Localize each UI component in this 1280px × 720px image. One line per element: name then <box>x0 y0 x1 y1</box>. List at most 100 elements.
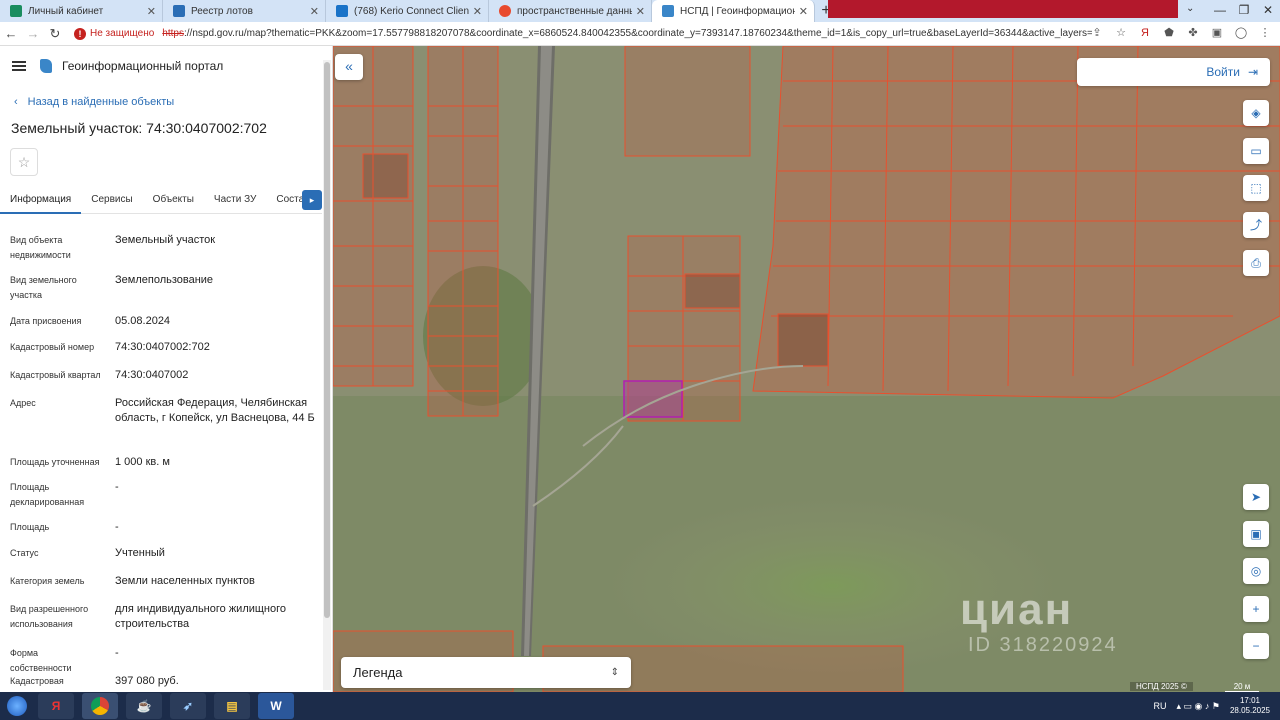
browser-tab-4[interactable]: пространственные данные рос ✕ <box>489 0 652 22</box>
layers-icon: ◈ <box>1251 106 1261 120</box>
minimap-icon: ▣ <box>1250 527 1262 541</box>
property-value: Учтенный <box>115 547 165 559</box>
security-indicator[interactable]: ! Не защищено <box>74 27 154 40</box>
map-canvas[interactable] <box>333 46 1280 692</box>
browser-tab-1[interactable]: Личный кабинет ✕ <box>0 0 163 22</box>
clock[interactable]: 17:01 28.05.2025 <box>1230 696 1270 716</box>
chevron-left-icon: ‹ <box>14 96 18 108</box>
measure-button[interactable]: ▭ <box>1243 138 1269 164</box>
tab-favicon-icon <box>662 5 674 17</box>
portal-logo-icon <box>40 59 52 73</box>
scrollbar-thumb[interactable] <box>324 62 330 618</box>
property-key: Кадастровая <box>10 676 64 686</box>
browser-tab-3[interactable]: (768) Kerio Connect Client ✕ <box>326 0 489 22</box>
property-key: Кадастровый номер <box>10 342 95 352</box>
print-button[interactable]: ⎙ <box>1243 250 1269 276</box>
tab-parts[interactable]: Части ЗУ <box>204 188 266 214</box>
app-taskbar-icon[interactable]: ☕ <box>126 693 162 719</box>
property-key: Площадь декларированная <box>10 482 85 507</box>
explorer-taskbar-icon[interactable]: ▤ <box>214 693 250 719</box>
ruler-icon: ▭ <box>1250 144 1262 158</box>
login-icon: ⇥ <box>1247 65 1258 79</box>
url-field[interactable]: https://nspd.gov.ru/map?thematic=PKK&zoo… <box>162 28 1092 39</box>
tab-services[interactable]: Сервисы <box>81 188 142 214</box>
geolocation-button[interactable]: ◎ <box>1243 558 1269 584</box>
start-button[interactable] <box>0 692 34 720</box>
select-area-button[interactable]: ⬚ <box>1243 175 1269 201</box>
share-icon[interactable]: ⇪ <box>1090 26 1104 40</box>
close-icon[interactable]: ✕ <box>473 5 482 18</box>
property-value: Землепользование <box>115 274 214 286</box>
map-scale: 20 м <box>1225 682 1259 692</box>
property-value: Земельный участок <box>115 234 216 246</box>
share-icon: ⤴ <box>1249 218 1262 232</box>
url-text: ://nspd.gov.ru/map?thematic=PKK&zoom=17.… <box>183 28 1093 39</box>
word-taskbar-icon[interactable]: W <box>258 693 294 719</box>
share-map-button[interactable]: ⤴ <box>1243 212 1269 238</box>
tab-information[interactable]: Информация <box>0 188 82 214</box>
close-icon[interactable]: ✕ <box>310 5 319 18</box>
yandex-extension-icon[interactable]: Я <box>1138 26 1152 40</box>
panel-scrollbar[interactable] <box>323 60 331 690</box>
chevron-down-icon[interactable]: ⌄ <box>1186 3 1194 14</box>
language-indicator[interactable]: RU <box>1154 701 1167 711</box>
extension-icon[interactable]: ⬟ <box>1162 26 1176 40</box>
map-view[interactable] <box>333 46 1280 692</box>
profile-icon[interactable]: ◯ <box>1234 26 1248 40</box>
tab-objects[interactable]: Объекты <box>143 188 204 214</box>
favorite-star-icon[interactable]: ☆ <box>10 148 38 176</box>
watermark: циан <box>960 585 1074 634</box>
property-key: Площадь <box>10 522 50 532</box>
collapse-panel-button[interactable]: « <box>335 54 363 80</box>
messenger-taskbar-icon[interactable]: ➶ <box>170 693 206 719</box>
browser-tab-5[interactable]: НСПД | Геоинформационный п ✕ <box>652 0 815 22</box>
windows-logo-icon <box>7 696 27 716</box>
menu-dots-icon[interactable]: ⋮ <box>1258 26 1272 40</box>
tab-favicon-icon <box>499 5 511 17</box>
hamburger-menu-icon[interactable] <box>12 61 26 71</box>
close-icon[interactable]: ✕ <box>636 5 645 18</box>
tray-icons[interactable]: ▴ ▭ ◉ ♪ ⚑ <box>1177 701 1220 712</box>
property-value: 05.08.2024 <box>115 315 171 327</box>
chrome-taskbar-icon[interactable] <box>82 693 118 719</box>
system-tray: RU ▴ ▭ ◉ ♪ ⚑ 17:01 28.05.2025 <box>1154 692 1271 720</box>
forward-arrow-icon[interactable]: → <box>22 26 44 41</box>
locate-button[interactable]: ➤ <box>1243 484 1269 510</box>
browser-tab-2[interactable]: Реестр лотов ✕ <box>163 0 326 22</box>
maximize-icon[interactable]: ❐ <box>1232 0 1256 22</box>
login-label: Войти <box>1206 65 1240 79</box>
tab-favicon-icon <box>173 5 185 17</box>
yandex-browser-taskbar-icon[interactable]: Я <box>38 693 74 719</box>
bookmark-star-icon[interactable]: ☆ <box>1114 26 1128 40</box>
close-window-icon[interactable]: ✕ <box>1256 0 1280 22</box>
tabs-scroll-right-icon[interactable]: ▸ <box>302 190 322 210</box>
zoom-in-button[interactable]: + <box>1243 596 1269 622</box>
property-value: - <box>115 481 119 493</box>
property-key: Площадь уточненная <box>10 457 100 467</box>
legend-dropdown[interactable]: Легенда ⇕ <box>341 657 631 688</box>
close-icon[interactable]: ✕ <box>147 5 156 18</box>
minimize-icon[interactable]: — <box>1208 0 1232 22</box>
property-value: 74:30:0407002:702 <box>115 341 210 353</box>
login-button[interactable]: Войти ⇥ <box>1077 58 1270 86</box>
property-key: Вид земельного участка <box>10 275 77 300</box>
zoom-out-button[interactable]: − <box>1243 633 1269 659</box>
layers-button[interactable]: ◈ <box>1243 100 1269 126</box>
back-arrow-icon[interactable]: ← <box>0 26 22 41</box>
panel-header: Геоинформационный портал <box>0 46 332 86</box>
tab-title: НСПД | Геоинформационный п <box>680 5 795 17</box>
address-bar: ← → ↻ ! Не защищено https://nspd.gov.ru/m… <box>0 22 1280 46</box>
sidebar-icon[interactable]: ▣ <box>1210 26 1224 40</box>
portal-title: Геоинформационный портал <box>62 59 224 73</box>
reload-icon[interactable]: ↻ <box>44 26 66 42</box>
address-bar-icons: ⇪ ☆ Я ⬟ ✤ ▣ ◯ ⋮ <box>1090 26 1272 40</box>
tab-favicon-icon <box>336 5 348 17</box>
navigation-arrow-icon: ➤ <box>1250 490 1262 504</box>
print-icon: ⎙ <box>1251 256 1261 270</box>
minimap-button[interactable]: ▣ <box>1243 521 1269 547</box>
os-taskbar: Я ☕ ➶ ▤ W <box>0 692 1280 720</box>
back-to-results-link[interactable]: ‹ Назад в найденные объекты <box>14 96 332 108</box>
puzzle-icon[interactable]: ✤ <box>1186 26 1200 40</box>
close-icon[interactable]: ✕ <box>799 5 808 18</box>
info-side-panel: Геоинформационный портал ‹ Назад в найден… <box>0 46 333 692</box>
